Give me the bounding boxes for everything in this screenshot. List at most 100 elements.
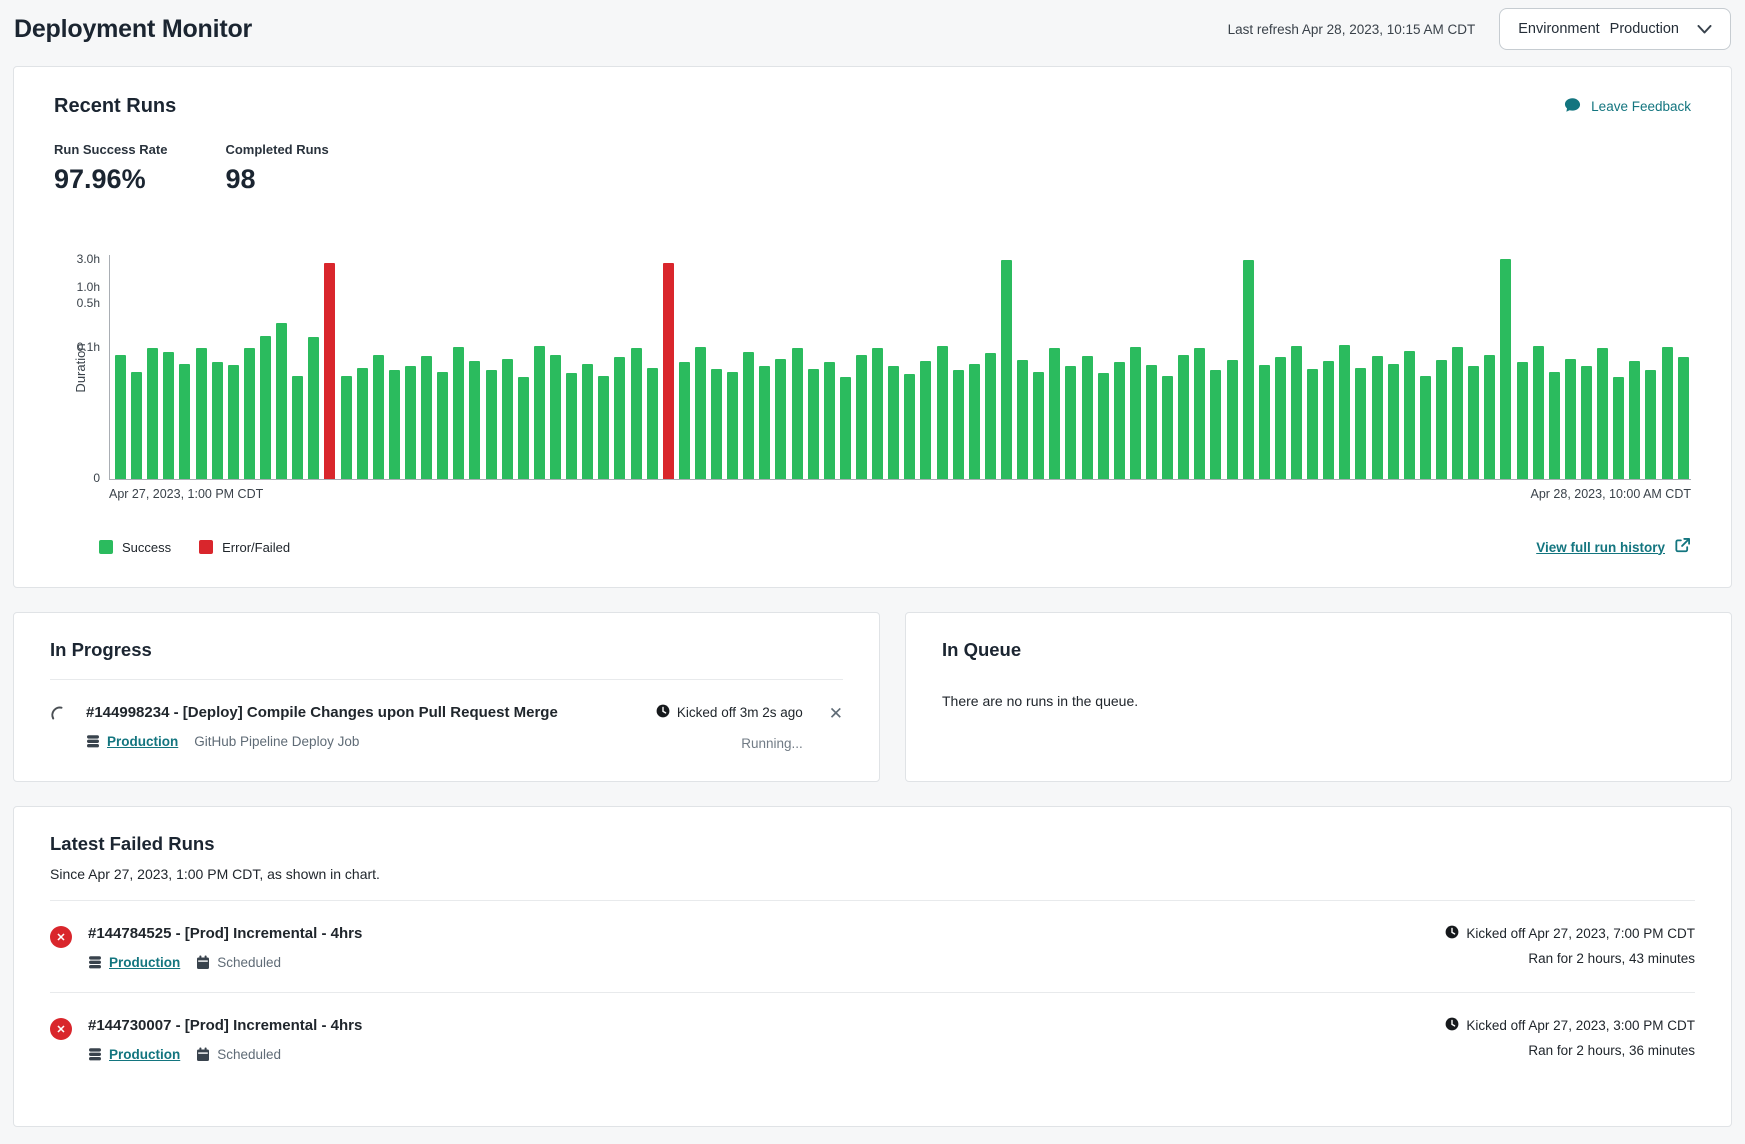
chart-bar-success[interactable] xyxy=(357,368,368,479)
chart-bar-success[interactable] xyxy=(824,362,835,479)
chart-bar-success[interactable] xyxy=(1178,355,1189,479)
chart-bar-success[interactable] xyxy=(872,348,883,480)
chart-bar-success[interactable] xyxy=(679,362,690,479)
chart-bar-success[interactable] xyxy=(1436,360,1447,479)
chart-bar-success[interactable] xyxy=(1613,377,1624,479)
chart-bar-success[interactable] xyxy=(1323,361,1334,479)
leave-feedback-button[interactable]: Leave Feedback xyxy=(1563,96,1691,117)
chart-bar-success[interactable] xyxy=(389,370,400,479)
chart-bar-success[interactable] xyxy=(840,377,851,479)
chart-bar-success[interactable] xyxy=(147,348,158,479)
chart-bar-success[interactable] xyxy=(228,365,239,479)
chart-bar-success[interactable] xyxy=(1404,351,1415,479)
chart-bar-success[interactable] xyxy=(598,376,609,480)
chart-bar-success[interactable] xyxy=(1581,366,1592,479)
chart-bar-success[interactable] xyxy=(711,369,722,479)
chart-bar-success[interactable] xyxy=(1355,368,1366,479)
chart-bar-success[interactable] xyxy=(856,355,867,479)
chart-bar-success[interactable] xyxy=(1098,373,1109,479)
chart-bar-success[interactable] xyxy=(759,366,770,479)
failed-run-environment-link[interactable]: Production xyxy=(88,1047,180,1062)
chart-bar-failed[interactable] xyxy=(663,263,674,479)
chart-bar-success[interactable] xyxy=(808,369,819,479)
chart-bar-success[interactable] xyxy=(212,362,223,479)
chart-bar-success[interactable] xyxy=(1533,346,1544,480)
chart-bar-success[interactable] xyxy=(1130,347,1141,479)
chart-bar-success[interactable] xyxy=(1388,364,1399,479)
chart-bar-success[interactable] xyxy=(1082,356,1093,479)
chart-bar-success[interactable] xyxy=(695,347,706,479)
chart-bar-success[interactable] xyxy=(1517,362,1528,479)
chart-bar-success[interactable] xyxy=(131,372,142,479)
chart-bar-success[interactable] xyxy=(1162,376,1173,480)
chart-bar-success[interactable] xyxy=(1468,366,1479,479)
chart-bar-success[interactable] xyxy=(1678,357,1689,479)
chart-bar-success[interactable] xyxy=(792,348,803,479)
chart-bar-success[interactable] xyxy=(1484,355,1495,479)
in-progress-environment-link[interactable]: Production xyxy=(86,734,178,749)
chart-bar-success[interactable] xyxy=(969,364,980,479)
chart-bar-success[interactable] xyxy=(647,368,658,479)
chart-bar-success[interactable] xyxy=(1662,347,1673,479)
chart-bar-success[interactable] xyxy=(1227,360,1238,479)
chart-bar-success[interactable] xyxy=(920,361,931,479)
chart-bar-success[interactable] xyxy=(1420,376,1431,480)
chart-bar-success[interactable] xyxy=(566,373,577,479)
close-icon[interactable]: ✕ xyxy=(829,705,843,722)
chart-bar-success[interactable] xyxy=(179,364,190,479)
chart-bar-success[interactable] xyxy=(1033,372,1044,479)
chart-bar-success[interactable] xyxy=(405,366,416,479)
chart-bar-success[interactable] xyxy=(308,337,319,479)
chart-bar-success[interactable] xyxy=(1339,345,1350,479)
chart-bar-success[interactable] xyxy=(1645,370,1656,479)
chart-bar-success[interactable] xyxy=(373,355,384,479)
chart-bar-success[interactable] xyxy=(1065,366,1076,479)
chart-bar-success[interactable] xyxy=(1291,346,1302,479)
chart-bar-success[interactable] xyxy=(631,348,642,480)
chart-bar-success[interactable] xyxy=(486,370,497,479)
chart-bar-success[interactable] xyxy=(614,357,625,479)
chart-bar-success[interactable] xyxy=(534,346,545,480)
chart-bar-success[interactable] xyxy=(1307,369,1318,479)
chart-bar-success[interactable] xyxy=(727,372,738,479)
chart-bar-success[interactable] xyxy=(1500,259,1511,479)
chart-bar-success[interactable] xyxy=(582,364,593,479)
chart-bar-success[interactable] xyxy=(1565,359,1576,480)
chart-bar-failed[interactable] xyxy=(324,263,335,479)
chart-bar-success[interactable] xyxy=(1372,356,1383,479)
chart-bar-success[interactable] xyxy=(775,359,786,480)
chart-bar-success[interactable] xyxy=(550,355,561,479)
chart-bar-success[interactable] xyxy=(341,376,352,480)
chart-bar-success[interactable] xyxy=(453,347,464,479)
chart-bar-success[interactable] xyxy=(1275,357,1286,479)
chart-bar-success[interactable] xyxy=(1017,360,1028,479)
chart-bar-success[interactable] xyxy=(1210,370,1221,479)
chart-bar-success[interactable] xyxy=(1243,260,1254,479)
view-full-run-history-link[interactable]: View full run history xyxy=(1536,537,1691,557)
chart-bar-success[interactable] xyxy=(276,323,287,479)
chart-bar-success[interactable] xyxy=(1001,260,1012,479)
chart-bar-success[interactable] xyxy=(888,366,899,479)
chart-bar-success[interactable] xyxy=(163,352,174,479)
chart-bar-success[interactable] xyxy=(904,374,915,479)
chart-bar-success[interactable] xyxy=(1049,348,1060,479)
chart-bar-success[interactable] xyxy=(985,353,996,479)
chart-bar-success[interactable] xyxy=(1597,348,1608,479)
chart-bar-success[interactable] xyxy=(953,370,964,479)
chart-bar-success[interactable] xyxy=(292,376,303,480)
chart-bar-success[interactable] xyxy=(437,372,448,479)
chart-bar-success[interactable] xyxy=(469,361,480,479)
failed-run-environment-link[interactable]: Production xyxy=(88,955,180,970)
chart-bar-success[interactable] xyxy=(1194,348,1205,480)
chart-bar-success[interactable] xyxy=(502,359,513,480)
chart-bar-success[interactable] xyxy=(1146,365,1157,479)
environment-dropdown[interactable]: Environment Production xyxy=(1499,8,1731,50)
chart-bar-success[interactable] xyxy=(1549,372,1560,479)
chart-bar-success[interactable] xyxy=(1629,361,1640,479)
chart-bar-success[interactable] xyxy=(421,356,432,479)
chart-bar-success[interactable] xyxy=(244,348,255,479)
chart-bar-success[interactable] xyxy=(518,377,529,479)
chart-bar-success[interactable] xyxy=(743,352,754,479)
chart-bar-success[interactable] xyxy=(260,336,271,479)
chart-bar-success[interactable] xyxy=(1114,362,1125,479)
